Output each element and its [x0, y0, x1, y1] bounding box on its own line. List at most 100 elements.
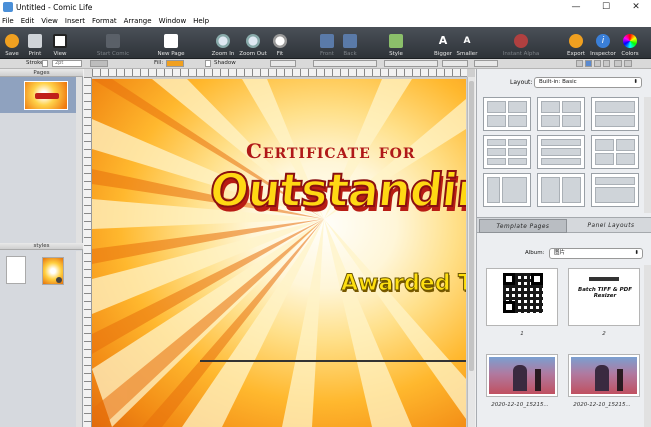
font-size-select[interactable]: [442, 60, 468, 67]
layout-scrollbar[interactable]: [644, 97, 651, 213]
menu-insert[interactable]: Insert: [65, 17, 85, 25]
template-tabs: Template Pages Panel Layouts: [477, 217, 651, 233]
certificate-heading[interactable]: Certificate for: [246, 139, 416, 163]
minimize-button[interactable]: —: [561, 0, 591, 14]
canvas-scroll-thumb[interactable]: [469, 81, 474, 371]
align-center-button[interactable]: [585, 60, 592, 67]
menu-view[interactable]: View: [41, 17, 58, 25]
app-icon: [3, 2, 13, 12]
font-style-select[interactable]: [384, 60, 438, 67]
back-button[interactable]: Back: [340, 27, 360, 59]
layout-option[interactable]: [537, 97, 585, 131]
album-select[interactable]: 图片 ⬍: [549, 248, 643, 259]
menu-edit[interactable]: Edit: [21, 17, 35, 25]
style-certificate[interactable]: [42, 257, 64, 285]
text-options-button[interactable]: [614, 60, 622, 67]
album-item-qr[interactable]: [486, 268, 558, 326]
fill-color-well[interactable]: [166, 60, 184, 67]
align-right-button[interactable]: [594, 60, 601, 67]
layout-option[interactable]: [537, 135, 585, 169]
smaller-button[interactable]: A Smaller: [456, 27, 478, 59]
tab-template-pages[interactable]: Template Pages: [479, 219, 567, 233]
layout-option[interactable]: [483, 97, 531, 131]
export-button[interactable]: Export: [566, 27, 586, 59]
album-item-photo[interactable]: [568, 354, 640, 397]
zoom-in-button[interactable]: Zoom In: [211, 27, 235, 59]
stroke-width-select[interactable]: 2pt: [52, 60, 82, 67]
front-icon: [320, 34, 334, 48]
style-check-icon: [56, 277, 62, 283]
layout-option[interactable]: [483, 173, 531, 207]
shadow-checkbox[interactable]: [205, 60, 211, 67]
menu-help[interactable]: Help: [193, 17, 209, 25]
front-button[interactable]: Front: [317, 27, 337, 59]
close-button[interactable]: ✕: [621, 0, 651, 14]
tab-panel-layouts[interactable]: Panel Layouts: [571, 219, 651, 233]
bigger-button[interactable]: A Bigger: [432, 27, 454, 59]
vertical-ruler: [84, 77, 92, 427]
style-blank[interactable]: [6, 256, 26, 284]
certificate-title[interactable]: Outstanding E: [206, 162, 466, 218]
name-line: [200, 360, 466, 362]
instant-alpha-button[interactable]: Instant Alpha: [503, 27, 539, 59]
album-item-caption: 1: [520, 331, 524, 337]
start-comic-button[interactable]: Start Comic: [96, 27, 130, 59]
style-button[interactable]: Style: [386, 27, 406, 59]
page-thumbnail-row[interactable]: [0, 77, 78, 113]
menu-file[interactable]: File: [2, 17, 14, 25]
back-icon: [343, 34, 357, 48]
align-left-button[interactable]: [576, 60, 583, 67]
menu-arrange[interactable]: Arrange: [124, 17, 152, 25]
awarded-to-text[interactable]: Awarded To: [340, 271, 466, 297]
fit-button[interactable]: Fit: [272, 27, 288, 59]
pages-scrollbar[interactable]: [76, 77, 82, 243]
album-item-caption: 2: [602, 331, 606, 337]
bigger-icon: A: [438, 34, 448, 47]
stroke-style-select[interactable]: [90, 60, 108, 67]
colors-button[interactable]: Colors: [620, 27, 640, 59]
menu-format[interactable]: Format: [92, 17, 117, 25]
styles-scrollbar[interactable]: [76, 251, 82, 427]
page-thumbnail[interactable]: [24, 81, 68, 110]
shadow-select[interactable]: [270, 60, 296, 67]
album-scrollbar[interactable]: [644, 265, 651, 427]
main-toolbar: Save Print View Start Comic New Page Zoo…: [0, 27, 651, 59]
qr-finder-bl: [503, 301, 515, 313]
export-icon: [569, 34, 583, 48]
comic-page[interactable]: Certificate for Outstanding E Awarded To: [92, 79, 466, 427]
inspector-button[interactable]: i Inspector: [589, 27, 617, 59]
ruler-corner: [84, 69, 92, 77]
page-thumbnail-title: [35, 93, 59, 99]
print-button[interactable]: Print: [25, 27, 45, 59]
font-select[interactable]: [313, 60, 377, 67]
save-button[interactable]: Save: [2, 27, 22, 59]
maximize-button[interactable]: ☐: [591, 0, 621, 14]
window-controls: — ☐ ✕: [561, 0, 651, 14]
canvas-scrollbar[interactable]: [467, 77, 475, 427]
layout-select-value: Built-in: Basic: [539, 79, 577, 85]
layout-option[interactable]: [483, 135, 531, 169]
stroke-color-well[interactable]: [42, 60, 48, 67]
text-more-button[interactable]: [624, 60, 632, 67]
text-color-select[interactable]: [474, 60, 498, 67]
new-page-icon: [164, 34, 178, 48]
layout-select[interactable]: Built-in: Basic ⬍: [534, 77, 642, 88]
layout-option[interactable]: [591, 135, 639, 169]
title-bar: Untitled - Comic Life — ☐ ✕: [0, 0, 651, 14]
view-icon: [53, 34, 67, 48]
layout-option[interactable]: [591, 173, 639, 207]
layout-option[interactable]: [591, 97, 639, 131]
select-arrows-icon: ⬍: [634, 250, 639, 256]
view-button[interactable]: View: [48, 27, 72, 59]
align-justify-button[interactable]: [603, 60, 610, 67]
colors-icon: [623, 34, 637, 48]
new-page-button[interactable]: New Page: [156, 27, 186, 59]
menu-window[interactable]: Window: [159, 17, 187, 25]
zoom-out-button[interactable]: Zoom Out: [239, 27, 267, 59]
layout-option[interactable]: [537, 173, 585, 207]
album-item-doc[interactable]: Batch TIFF & PDF Resizer: [568, 268, 640, 326]
album-item-photo[interactable]: [486, 354, 558, 397]
styles-header: styles: [0, 243, 83, 250]
inspector-icon: i: [596, 34, 610, 48]
qr-finder-tl: [503, 273, 515, 285]
